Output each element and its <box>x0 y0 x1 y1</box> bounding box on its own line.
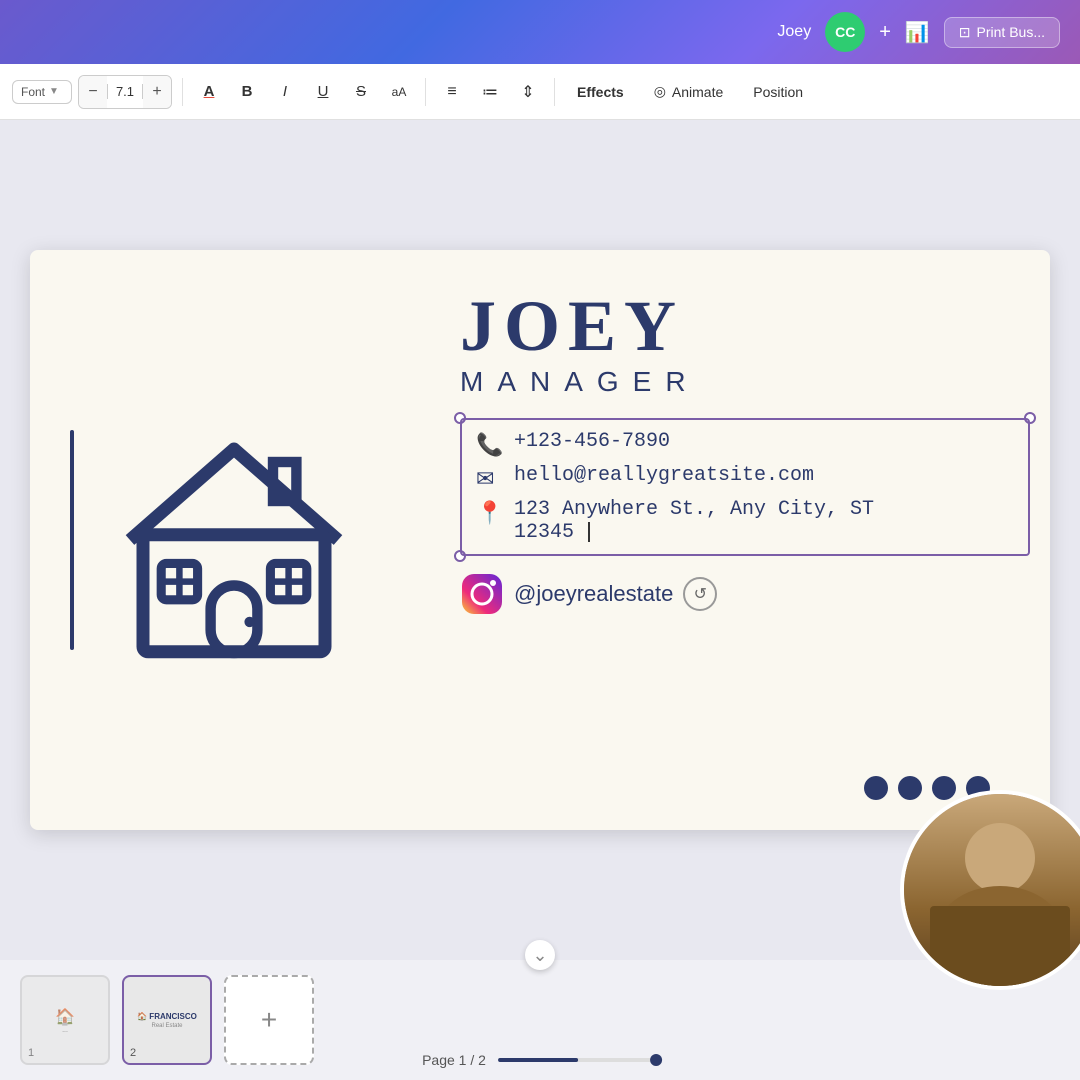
page-thumb-1[interactable]: 🏠 ... 1 <box>20 975 110 1065</box>
text-cursor <box>588 522 590 542</box>
page-counter-bar: Page 1 / 2 <box>422 1052 658 1068</box>
address-line2: 12345 <box>514 521 874 544</box>
refresh-button[interactable]: ↺ <box>683 577 717 611</box>
person-role: MANAGER <box>460 366 1030 398</box>
page-1-content: 🏠 ... <box>55 1007 75 1034</box>
separator-2 <box>425 78 426 106</box>
font-size-decrease-button[interactable]: − <box>79 76 107 108</box>
font-color-button[interactable]: A <box>193 76 225 108</box>
bold-button[interactable]: B <box>231 76 263 108</box>
location-icon: 📍 <box>476 500 504 526</box>
contact-info-container[interactable]: 📞 +123-456-7890 ✉ hello@reallygreatsite.… <box>460 418 1030 556</box>
italic-button[interactable]: I <box>269 76 301 108</box>
phone-icon: 📞 <box>476 432 504 458</box>
chevron-down-icon: ▼ <box>49 86 59 97</box>
list-button[interactable]: ≔ <box>474 76 506 108</box>
page-progress-track <box>498 1058 658 1062</box>
instagram-handle: @joeyrealestate <box>514 581 673 607</box>
house-icon <box>94 410 374 670</box>
house-section <box>70 410 430 670</box>
page-thumb-2[interactable]: 🏠 FRANCISCO Real Estate 2 <box>122 975 212 1065</box>
spacing-icon: ⇕ <box>521 82 534 102</box>
phone-number: +123-456-7890 <box>514 430 670 453</box>
page-2-content: 🏠 FRANCISCO Real Estate <box>133 1008 201 1033</box>
chart-icon: 📊 <box>905 20 930 45</box>
top-header: Joey CC + 📊 ⊡ Print Bus... <box>0 0 1080 64</box>
page-counter-label: Page 1 / 2 <box>422 1052 486 1068</box>
animate-icon: ◎ <box>654 83 666 100</box>
print-icon: ⊡ <box>959 24 971 41</box>
address-row: 📍 123 Anywhere St., Any City, ST 12345 <box>476 498 1014 544</box>
font-size-control: − + <box>78 75 172 109</box>
person-name: JOEY <box>460 290 1030 362</box>
separator-3 <box>554 78 555 106</box>
collapse-button[interactable]: ⌄ <box>525 940 555 970</box>
vertical-divider <box>70 430 74 650</box>
strikethrough-button[interactable]: S <box>345 76 377 108</box>
print-button[interactable]: ⊡ Print Bus... <box>944 17 1060 48</box>
header-username: Joey <box>777 23 811 41</box>
add-page-button[interactable]: + <box>224 975 314 1065</box>
separator-1 <box>182 78 183 106</box>
person-photo-avatar <box>900 790 1080 990</box>
font-family-dropdown[interactable]: Font ▼ <box>12 80 72 104</box>
font-family-value: Font <box>21 85 45 99</box>
email-row: ✉ hello@reallygreatsite.com <box>476 464 1014 492</box>
phone-row: 📞 +123-456-7890 <box>476 430 1014 458</box>
underline-button[interactable]: U <box>307 76 339 108</box>
effects-button[interactable]: Effects <box>565 78 636 106</box>
contact-box: 📞 +123-456-7890 ✉ hello@reallygreatsite.… <box>460 418 1030 556</box>
user-avatar[interactable]: CC <box>825 12 865 52</box>
font-size-increase-button[interactable]: + <box>143 76 171 108</box>
align-icon: ≡ <box>447 83 456 101</box>
add-collaborator-button[interactable]: + <box>879 21 891 44</box>
animate-button[interactable]: ◎ Animate <box>642 77 736 106</box>
font-size-input[interactable] <box>107 84 143 99</box>
spacing-button[interactable]: ⇕ <box>512 76 544 108</box>
dot-1 <box>864 776 888 800</box>
page-progress-fill <box>498 1058 578 1062</box>
position-button[interactable]: Position <box>741 78 815 106</box>
main-canvas-area: JOEY MANAGER 📞 +123-456-7890 ✉ he <box>0 120 1080 960</box>
align-button[interactable]: ≡ <box>436 76 468 108</box>
toolbar: Font ▼ − + A B I U S aA ≡ ≔ ⇕ Effects ◎ … <box>0 64 1080 120</box>
case-button[interactable]: aA <box>383 76 415 108</box>
instagram-icon <box>460 572 504 616</box>
right-content-section: JOEY MANAGER 📞 +123-456-7890 ✉ he <box>460 290 1030 616</box>
address-line1: 123 Anywhere St., Any City, ST <box>514 498 874 521</box>
instagram-row: @joeyrealestate ↺ <box>460 572 1030 616</box>
page-progress-dot <box>650 1054 662 1066</box>
page-2-number: 2 <box>130 1047 136 1059</box>
list-icon: ≔ <box>482 82 498 102</box>
page-1-number: 1 <box>28 1047 34 1059</box>
email-address: hello@reallygreatsite.com <box>514 464 814 487</box>
design-canvas[interactable]: JOEY MANAGER 📞 +123-456-7890 ✉ he <box>30 250 1050 830</box>
email-icon: ✉ <box>476 466 504 492</box>
